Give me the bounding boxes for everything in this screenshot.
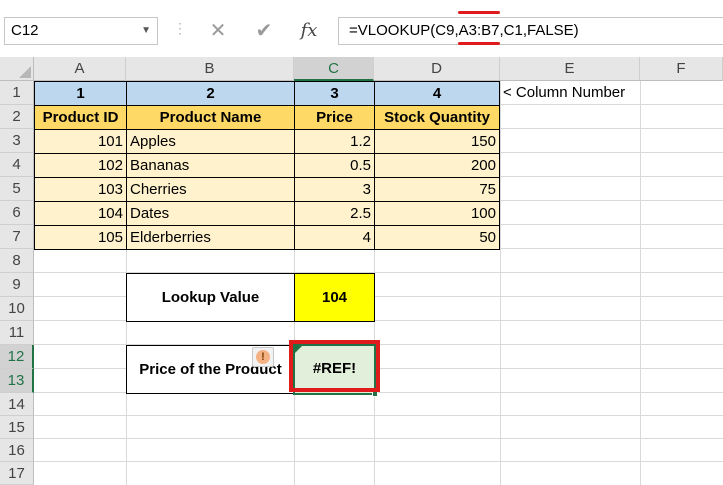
- row-header-4[interactable]: 4: [0, 153, 34, 177]
- formula-input[interactable]: =VLOOKUP(C9,A3:B7,C1,FALSE): [338, 17, 723, 45]
- cell-d4[interactable]: 200: [374, 153, 500, 178]
- lookup-value-cell[interactable]: 104: [294, 273, 375, 322]
- row-header-7[interactable]: 7: [0, 225, 34, 249]
- cell-c7[interactable]: 4: [294, 225, 375, 250]
- column-header-e[interactable]: E: [500, 57, 640, 81]
- cell-c4[interactable]: 0.5: [294, 153, 375, 178]
- row-header-14[interactable]: 14: [0, 393, 34, 416]
- row-header-5[interactable]: 5: [0, 177, 34, 201]
- row-header-3[interactable]: 3: [0, 129, 34, 153]
- formula-bar-grip-icon: ⋮: [173, 20, 187, 36]
- cell-a6[interactable]: 104: [34, 201, 127, 226]
- column-header-d[interactable]: D: [374, 57, 500, 81]
- cell-e1[interactable]: < Column Number: [500, 81, 640, 105]
- cell-a3[interactable]: 101: [34, 129, 127, 154]
- column-header-c[interactable]: C: [294, 57, 374, 81]
- row-header-10[interactable]: 10: [0, 297, 34, 321]
- cell-c2[interactable]: Price: [294, 105, 375, 130]
- cell-b5[interactable]: Cherries: [126, 177, 295, 202]
- cell-c6[interactable]: 2.5: [294, 201, 375, 226]
- warning-icon[interactable]: !: [252, 347, 274, 367]
- cell-a1[interactable]: 1: [34, 81, 127, 106]
- chevron-down-icon[interactable]: ▼: [141, 18, 151, 44]
- cell-d2[interactable]: Stock Quantity: [374, 105, 500, 130]
- cell-b2[interactable]: Product Name: [126, 105, 295, 130]
- cell-a7[interactable]: 105: [34, 225, 127, 250]
- cell-d1[interactable]: 4: [374, 81, 500, 106]
- row-header-17[interactable]: 17: [0, 462, 34, 485]
- cell-d6[interactable]: 100: [374, 201, 500, 226]
- cell-d3[interactable]: 150: [374, 129, 500, 154]
- lookup-label-cell[interactable]: Lookup Value: [126, 273, 295, 322]
- grid-hline: [34, 461, 723, 462]
- cell-b7[interactable]: Elderberries: [126, 225, 295, 250]
- cell-c3[interactable]: 1.2: [294, 129, 375, 154]
- name-box-value: C12: [11, 22, 39, 39]
- cell-b3[interactable]: Apples: [126, 129, 295, 154]
- row-header-6[interactable]: 6: [0, 201, 34, 225]
- row-header-11[interactable]: 11: [0, 321, 34, 345]
- cell-d7[interactable]: 50: [374, 225, 500, 250]
- row-header-1[interactable]: 1: [0, 81, 34, 105]
- cell-a2[interactable]: Product ID: [34, 105, 127, 130]
- close-icon[interactable]: ✕: [204, 17, 232, 45]
- formula-highlight-bottom: [458, 42, 500, 45]
- cell-a5[interactable]: 103: [34, 177, 127, 202]
- cell-c5[interactable]: 3: [294, 177, 375, 202]
- cell-b4[interactable]: Bananas: [126, 153, 295, 178]
- cell-d5[interactable]: 75: [374, 177, 500, 202]
- grid-hline: [34, 438, 723, 439]
- row-header-12[interactable]: 12: [0, 345, 34, 369]
- select-all-corner[interactable]: [0, 57, 34, 81]
- column-header-b[interactable]: B: [126, 57, 294, 81]
- formula-text: =VLOOKUP(C9,A3:B7,C1,FALSE): [349, 22, 579, 39]
- grid-vline: [640, 81, 641, 485]
- cell-b1[interactable]: 2: [126, 81, 295, 106]
- name-box[interactable]: C12 ▼: [4, 17, 158, 45]
- grid-hline: [34, 415, 723, 416]
- cell-c1[interactable]: 3: [294, 81, 375, 106]
- result-highlight-box: [289, 340, 380, 392]
- grid-vline: [500, 81, 501, 485]
- checkmark-icon[interactable]: ✔: [250, 17, 278, 45]
- cell-b6[interactable]: Dates: [126, 201, 295, 226]
- row-header-16[interactable]: 16: [0, 439, 34, 462]
- column-header-a[interactable]: A: [34, 57, 126, 81]
- row-header-13[interactable]: 13: [0, 369, 34, 393]
- row-header-9[interactable]: 9: [0, 273, 34, 297]
- cell-a4[interactable]: 102: [34, 153, 127, 178]
- row-header-15[interactable]: 15: [0, 416, 34, 439]
- insert-function-icon[interactable]: fx: [294, 17, 324, 45]
- formula-highlight-top: [458, 11, 500, 14]
- column-header-f[interactable]: F: [640, 57, 723, 81]
- row-header-8[interactable]: 8: [0, 249, 34, 273]
- row-header-2[interactable]: 2: [0, 105, 34, 129]
